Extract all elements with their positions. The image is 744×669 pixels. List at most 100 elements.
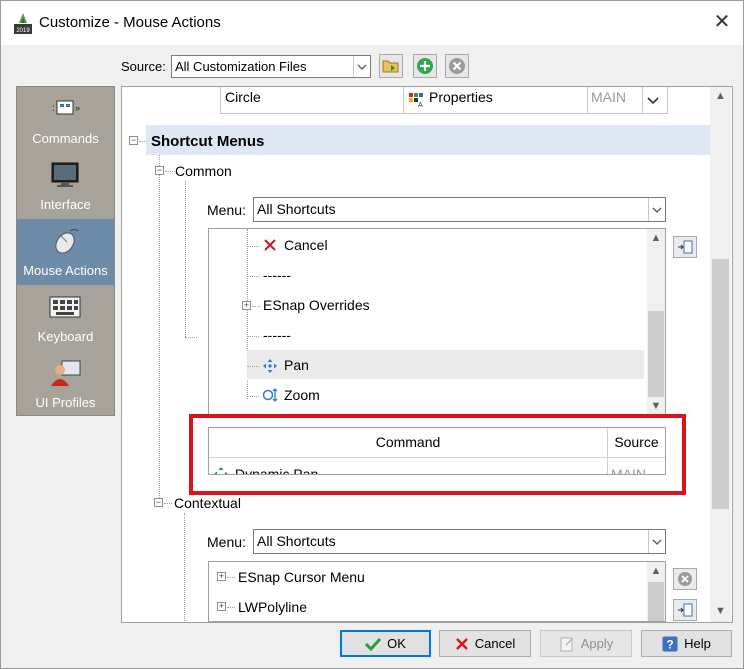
sidebar-item-label: Mouse Actions <box>23 263 108 278</box>
title-bar: 2019 Customize - Mouse Actions ✕ <box>1 1 743 45</box>
close-circle-icon <box>678 572 692 586</box>
tree-node-common[interactable]: Common <box>175 163 232 179</box>
sidebar-item-label: Interface <box>40 197 91 212</box>
list-item[interactable]: ESnap Overrides <box>263 297 370 313</box>
cancel-icon <box>264 239 276 251</box>
source-label: Source: <box>121 59 166 74</box>
list-item[interactable]: ESnap Cursor Menu <box>238 569 365 585</box>
common-menu-dropdown[interactable]: All Shortcuts <box>253 197 666 222</box>
apply-icon <box>560 637 573 651</box>
close-circle-icon <box>449 58 465 74</box>
list-item[interactable]: Cancel <box>284 237 328 253</box>
collapse-icon[interactable]: − <box>154 498 163 507</box>
remove-file-button[interactable] <box>445 54 469 78</box>
checkmark-icon <box>365 637 382 651</box>
scroll-thumb[interactable] <box>712 259 729 509</box>
collapse-icon[interactable]: − <box>129 136 138 145</box>
svg-text:A: A <box>418 102 423 108</box>
sidebar-item-keyboard[interactable]: Keyboard <box>17 285 114 351</box>
properties-icon: A <box>409 93 423 108</box>
contextual-menu-value: All Shortcuts <box>257 533 336 549</box>
insert-icon <box>678 240 693 254</box>
cancel-label: Cancel <box>474 636 516 651</box>
ok-button[interactable]: OK <box>340 630 431 657</box>
list-item[interactable]: LWPolyline <box>238 599 307 615</box>
svg-text::: : <box>52 103 55 114</box>
svg-text:2019: 2019 <box>16 28 30 34</box>
scroll-thumb[interactable] <box>648 582 664 621</box>
sidebar-item-label: UI Profiles <box>35 395 96 410</box>
sidebar-item-label: Commands <box>32 131 99 146</box>
chevron-down-icon[interactable] <box>648 530 665 553</box>
contextual-shortcut-list[interactable]: + ESnap Cursor Menu + LWPolyline ▲ <box>208 561 666 622</box>
sidebar-item-commands[interactable]: : » Commands <box>17 87 114 153</box>
help-label: Help <box>684 636 711 651</box>
panel-scrollbar[interactable]: ▲ ▼ <box>710 87 731 622</box>
close-icon[interactable]: ✕ <box>709 9 735 35</box>
sidebar-item-mouse-actions[interactable]: Mouse Actions <box>17 219 114 285</box>
tree-node-contextual[interactable]: Contextual <box>174 495 241 511</box>
plus-circle-icon <box>417 58 433 74</box>
customize-dialog: 2019 Customize - Mouse Actions ✕ Source:… <box>0 0 744 669</box>
cancel-button[interactable]: Cancel <box>439 630 531 657</box>
menu-label: Menu: <box>207 202 246 218</box>
sidebar-item-label: Keyboard <box>37 329 94 344</box>
insert-icon <box>678 603 693 617</box>
scroll-up-icon[interactable]: ▲ <box>710 87 731 105</box>
list-item[interactable]: Pan <box>284 357 309 373</box>
sidebar-item-interface[interactable]: Interface <box>17 153 114 219</box>
menu-label: Menu: <box>207 534 246 550</box>
list-item[interactable]: ------ <box>263 327 291 343</box>
row-action: Properties <box>429 89 493 105</box>
open-file-button[interactable] <box>379 54 403 78</box>
apply-button[interactable]: Apply <box>540 630 632 657</box>
source-value: All Customization Files <box>175 59 307 74</box>
list-item[interactable]: Zoom <box>284 387 320 403</box>
expand-icon[interactable]: + <box>242 301 251 310</box>
category-sidebar: : » Commands Interface Mouse Actions Key… <box>16 86 115 416</box>
svg-text:»: » <box>75 103 80 113</box>
move-to-list-button[interactable] <box>673 599 697 621</box>
common-menu-value: All Shortcuts <box>257 201 336 217</box>
sidebar-item-ui-profiles[interactable]: UI Profiles <box>17 351 114 417</box>
help-button[interactable]: ? Help <box>641 630 732 657</box>
zoom-icon <box>262 388 278 402</box>
collapse-icon[interactable]: − <box>155 166 164 175</box>
ok-label: OK <box>387 636 406 651</box>
folder-icon <box>382 60 399 73</box>
source-dropdown[interactable]: All Customization Files <box>171 55 371 78</box>
move-to-list-button[interactable] <box>673 236 697 258</box>
chevron-down-icon[interactable] <box>648 198 665 221</box>
table-row[interactable]: Circle A Properties MAIN <box>220 87 668 114</box>
scroll-thumb[interactable] <box>648 311 664 397</box>
user-profile-icon <box>51 360 81 386</box>
scroll-up-icon[interactable]: ▲ <box>647 229 665 247</box>
highlight-annotation-box <box>189 414 686 495</box>
scroll-down-icon[interactable]: ▼ <box>710 602 731 620</box>
scroll-down-icon[interactable]: ▼ <box>647 397 665 415</box>
list-scrollbar[interactable]: ▲ ▼ <box>647 229 665 415</box>
chevron-down-icon[interactable] <box>353 56 370 77</box>
row-name: Circle <box>225 89 261 105</box>
contextual-menu-dropdown[interactable]: All Shortcuts <box>253 529 666 554</box>
apply-label: Apply <box>580 636 614 651</box>
expand-icon[interactable]: + <box>217 572 226 581</box>
commands-icon: : » <box>52 100 80 115</box>
svg-text:?: ? <box>666 637 673 651</box>
app-logo-icon: 2019 <box>14 13 32 34</box>
add-file-button[interactable] <box>413 54 437 78</box>
list-item[interactable]: ------ <box>263 267 291 283</box>
list-scrollbar[interactable]: ▲ <box>647 562 665 621</box>
help-icon: ? <box>662 636 678 651</box>
common-shortcut-list[interactable]: Cancel ------ + ESnap Overrides ------ P… <box>208 228 666 416</box>
chevron-down-icon[interactable] <box>647 97 659 105</box>
keyboard-icon <box>49 296 81 318</box>
mouse-icon <box>55 229 79 254</box>
section-title: Shortcut Menus <box>151 133 265 150</box>
remove-button[interactable] <box>673 568 697 590</box>
cancel-icon <box>455 637 468 650</box>
scroll-up-icon[interactable]: ▲ <box>647 562 665 580</box>
expand-icon[interactable]: + <box>217 602 226 611</box>
monitor-icon <box>51 162 79 187</box>
row-source: MAIN <box>591 89 626 105</box>
